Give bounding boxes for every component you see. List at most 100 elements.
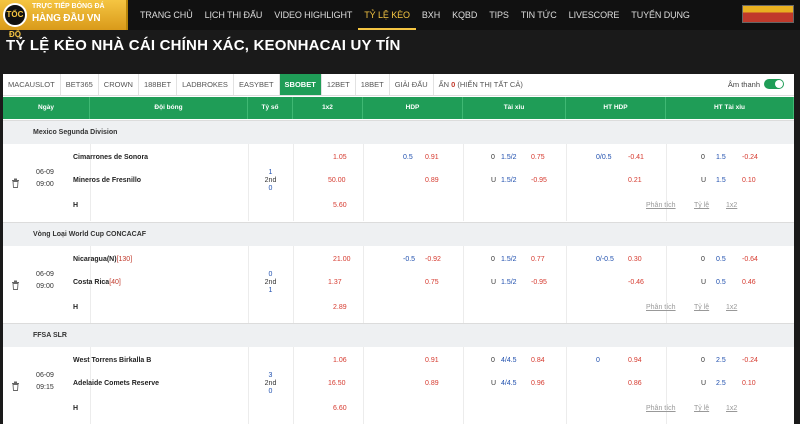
ht-ou-side: 0: [701, 357, 705, 364]
bookmaker-tab[interactable]: 188BET: [139, 74, 178, 95]
ou-odd[interactable]: 0.75: [531, 154, 545, 161]
ht-ou-odd[interactable]: -0.24: [742, 154, 758, 161]
home-team[interactable]: West Torrens Birkalla B: [73, 357, 151, 364]
ou-odd[interactable]: 0.84: [531, 357, 545, 364]
ht-ou-odd[interactable]: -0.64: [742, 256, 758, 263]
match-date: 06-09: [36, 169, 54, 176]
ht-ou-odd[interactable]: 0.46: [742, 279, 756, 286]
nav-item[interactable]: LIVESCORE: [563, 0, 626, 30]
flag-icon[interactable]: [742, 5, 794, 23]
nav-item[interactable]: LỊCH THI ĐẤU: [199, 0, 269, 30]
analysis-link[interactable]: Phân tích: [646, 202, 676, 209]
nav-item[interactable]: VIDEO HIGHLIGHT: [268, 0, 358, 30]
ht-ou-odd[interactable]: 0.10: [742, 177, 756, 184]
ou-odd[interactable]: -0.95: [531, 177, 547, 184]
bookmaker-tab[interactable]: 12BET: [322, 74, 356, 95]
column-divider: [293, 144, 294, 221]
top-bar: TỐC ĐỘ TRỰC TIẾP BÓNG ĐÁ HÀNG ĐẦU VN TRA…: [0, 0, 800, 39]
nav-item[interactable]: BXH: [416, 0, 446, 30]
bookmaker-tab[interactable]: CROWN: [99, 74, 139, 95]
ht-hdp-odd[interactable]: -0.41: [628, 154, 644, 161]
bookmaker-tab[interactable]: EASYBET: [234, 74, 280, 95]
odds-link[interactable]: Tỷ lệ: [694, 405, 709, 412]
odds-panel: MACAUSLOT BET365 CROWN 188BET LADBROKES EASYB…: [3, 74, 794, 424]
odds-1x2-away[interactable]: 16.50: [328, 380, 346, 387]
odds-link[interactable]: Tỷ lệ: [694, 304, 709, 311]
show-all-link[interactable]: (HIỂN THỊ TẤT CẢ): [455, 80, 522, 89]
column-divider: [363, 246, 364, 323]
bookmaker-tab[interactable]: SBOBET: [279, 74, 322, 95]
league-header[interactable]: Vòng Loại World Cup CONCACAF: [3, 222, 794, 246]
home-team-name: Nicaragua(N): [73, 256, 117, 263]
nav-item[interactable]: TUYỂN DỤNG: [625, 0, 696, 30]
odds-1x2-home[interactable]: 21.00: [333, 256, 351, 263]
x12-link[interactable]: 1x2: [726, 405, 737, 412]
hdp-odd[interactable]: 0.91: [425, 154, 439, 161]
bookmaker-tab[interactable]: LADBROKES: [177, 74, 234, 95]
ht-hdp-odd[interactable]: -0.46: [628, 279, 644, 286]
column-header: HT HDP: [566, 97, 666, 119]
trash-icon[interactable]: [11, 277, 20, 290]
hdp-odd[interactable]: -0.92: [425, 256, 441, 263]
nav-item[interactable]: TIPS: [483, 0, 515, 30]
odds-1x2-draw[interactable]: 2.89: [333, 304, 347, 311]
trash-icon[interactable]: [11, 378, 20, 391]
away-team-name: Mineros de Fresnillo: [73, 177, 142, 184]
hidden-matches[interactable]: ẨN 0 (HIỂN THỊ TẤT CẢ): [434, 74, 528, 95]
odds-1x2-home[interactable]: 1.05: [333, 154, 347, 161]
analysis-link[interactable]: Phân tích: [646, 405, 676, 412]
ht-ou-odd[interactable]: -0.24: [742, 357, 758, 364]
nav-item[interactable]: KQBD: [446, 0, 483, 30]
ht-hdp-odd[interactable]: 0.21: [628, 177, 642, 184]
hdp-odd[interactable]: 0.91: [425, 357, 439, 364]
ht-hdp-odd[interactable]: 0.94: [628, 357, 642, 364]
match-row: 06-09 09:15 West Torrens Birkalla B Adelaid…: [3, 347, 794, 424]
away-team[interactable]: Costa Rica[40]: [73, 279, 121, 286]
analysis-link[interactable]: Phân tích: [646, 304, 676, 311]
bookmaker-tab[interactable]: GIẢI ĐẤU: [390, 74, 434, 95]
x12-link[interactable]: 1x2: [726, 304, 737, 311]
sound-setting: Âm thanh: [728, 79, 784, 89]
away-team[interactable]: Mineros de Fresnillo: [73, 177, 141, 184]
bookmaker-tab[interactable]: 18BET: [356, 74, 390, 95]
away-team[interactable]: Adelaide Comets Reserve: [73, 380, 159, 387]
odds-1x2-draw[interactable]: 6.60: [333, 405, 347, 412]
ou-odd[interactable]: 0.96: [531, 380, 545, 387]
ht-hdp-odd[interactable]: 0.30: [628, 256, 642, 263]
hdp-odd[interactable]: 0.89: [425, 177, 439, 184]
ht-hdp-odd[interactable]: 0.86: [628, 380, 642, 387]
x12-link[interactable]: 1x2: [726, 202, 737, 209]
hdp-odd[interactable]: 0.75: [425, 279, 439, 286]
score-home: 0: [268, 271, 273, 278]
odds-1x2-away[interactable]: 1.37: [328, 279, 342, 286]
home-team[interactable]: Cimarrones de Sonora: [73, 154, 148, 161]
odds-1x2-away[interactable]: 50.00: [328, 177, 346, 184]
ht-ou-odd[interactable]: 0.10: [742, 380, 756, 387]
sound-toggle[interactable]: [764, 79, 784, 89]
ht-ou-line: 1.5: [716, 177, 726, 184]
ht-ou-side: U: [701, 279, 707, 286]
nav-item[interactable]: TIN TỨC: [515, 0, 563, 30]
ou-odd[interactable]: -0.95: [531, 279, 547, 286]
ou-side: U: [491, 279, 497, 286]
away-team-name: Adelaide Comets Reserve: [73, 380, 159, 387]
nav-item[interactable]: TỶ LỆ KÈO: [358, 0, 416, 30]
trash-icon[interactable]: [11, 175, 20, 188]
odds-1x2-home[interactable]: 1.06: [333, 357, 347, 364]
odds-link[interactable]: Tỷ lệ: [694, 202, 709, 209]
ou-odd[interactable]: 0.77: [531, 256, 545, 263]
away-team-name: Costa Rica: [73, 279, 110, 286]
home-team[interactable]: Nicaragua(N)[130]: [73, 256, 132, 263]
hdp-odd[interactable]: 0.89: [425, 380, 439, 387]
odds-1x2-draw[interactable]: 5.60: [333, 202, 347, 209]
ou-side: U: [491, 177, 497, 184]
league-header[interactable]: Mexico Segunda Division: [3, 120, 794, 144]
bookmaker-tab[interactable]: BET365: [61, 74, 99, 95]
bookmaker-tab[interactable]: MACAUSLOT: [3, 74, 61, 95]
nav-item[interactable]: TRANG CHỦ: [134, 0, 199, 30]
league-header[interactable]: FFSA SLR: [3, 323, 794, 347]
site-logo[interactable]: TỐC ĐỘ TRỰC TIẾP BÓNG ĐÁ HÀNG ĐẦU VN: [0, 0, 128, 39]
ht-ou-line: 1.5: [716, 154, 726, 161]
column-header: Đội bóng: [90, 97, 248, 119]
hidden-label: ẨN: [438, 80, 452, 89]
